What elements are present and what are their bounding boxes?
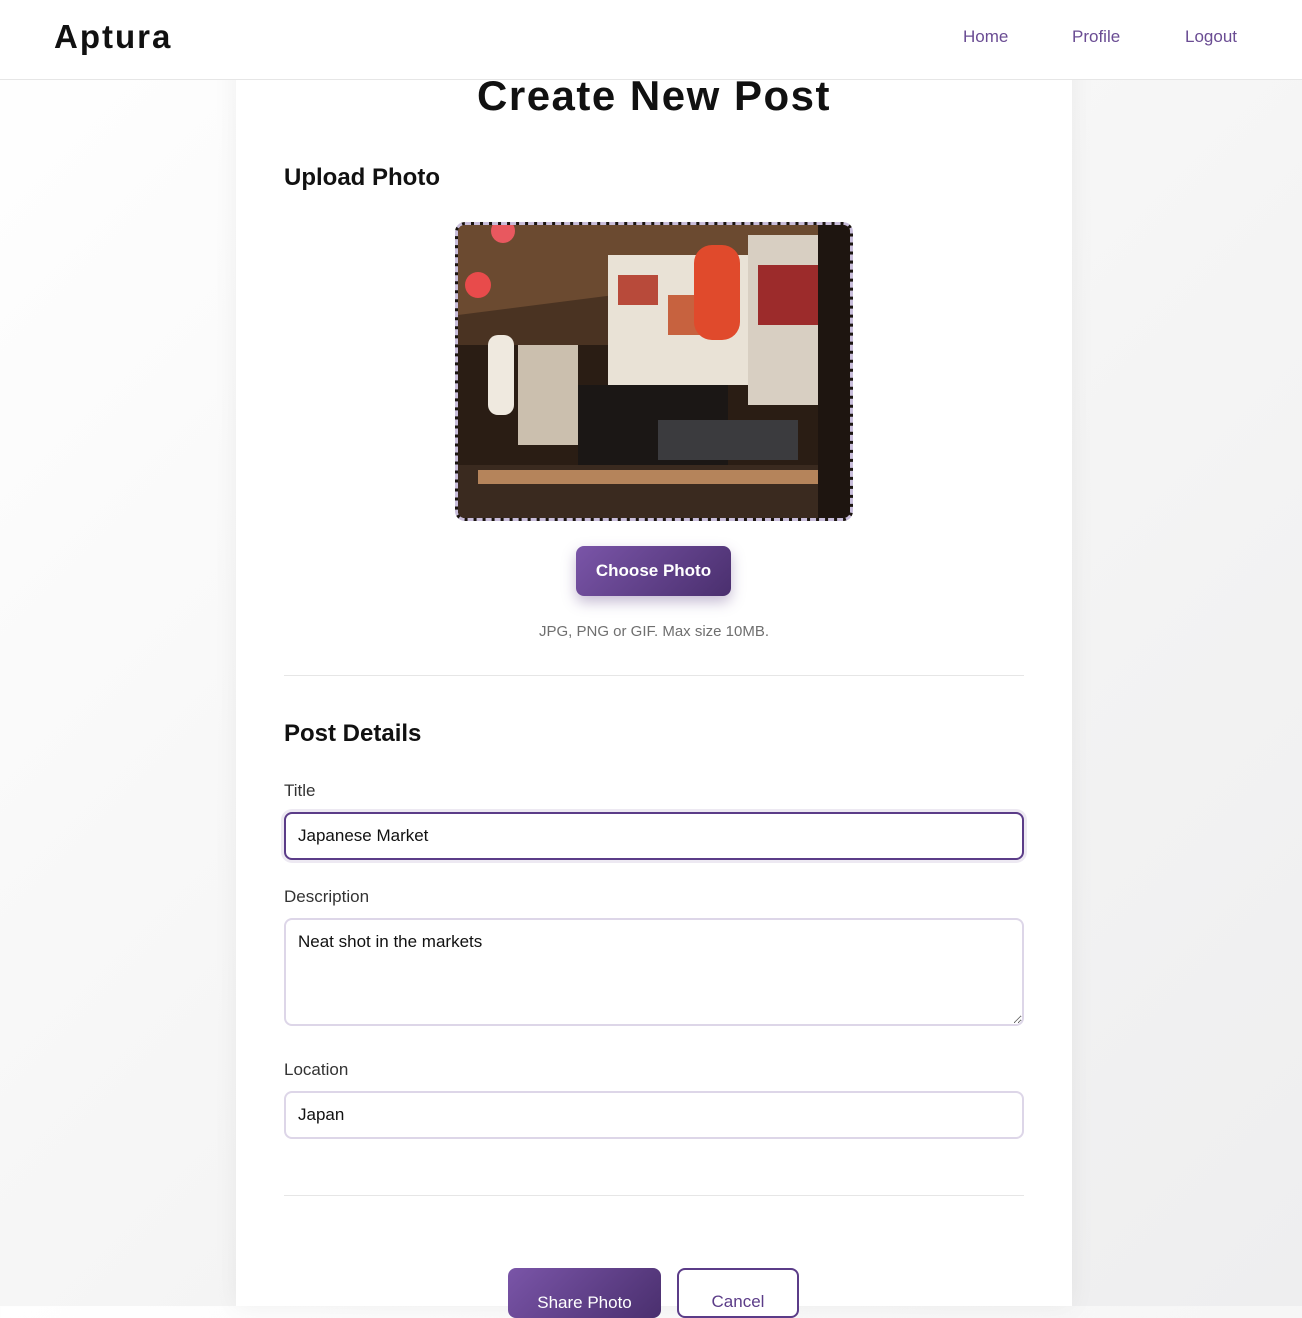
section-divider [284,675,1024,676]
share-photo-button[interactable]: Share Photo [508,1268,661,1318]
description-textarea[interactable]: Neat shot in the markets [284,918,1024,1026]
nav-home-link[interactable]: Home [963,27,1008,47]
nav-profile-link[interactable]: Profile [1072,27,1120,47]
location-label: Location [284,1060,349,1079]
title-input[interactable] [284,812,1024,860]
details-section-title: Post Details [284,720,422,747]
market-photo [458,225,850,518]
top-navbar: Aptura Home Profile Logout [0,0,1302,80]
actions-divider [284,1195,1024,1196]
upload-hint: JPG, PNG or GIF. Max size 10MB. [538,623,770,640]
brand-logo[interactable]: Aptura [54,18,172,56]
location-input[interactable] [284,1091,1024,1139]
nav-logout-link[interactable]: Logout [1185,27,1237,47]
title-label: Title [284,781,316,800]
description-label: Description [284,887,370,906]
choose-photo-button[interactable]: Choose Photo [576,546,731,596]
cancel-button[interactable]: Cancel [677,1268,799,1318]
photo-preview[interactable] [455,222,853,521]
upload-section-title: Upload Photo [284,164,440,191]
